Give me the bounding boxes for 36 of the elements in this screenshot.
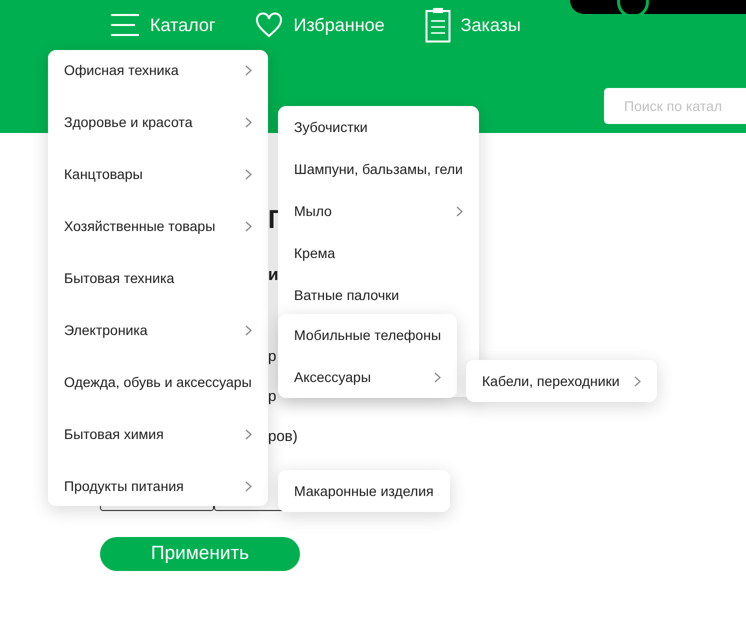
chevron-right-icon (634, 376, 641, 386)
chevron-right-icon (245, 116, 252, 128)
text-fragment: ров) (268, 427, 298, 447)
menu-item[interactable]: Канцтовары (48, 154, 268, 194)
chevron-right-icon (245, 168, 252, 180)
clipboard-icon (424, 7, 451, 43)
heart-icon (255, 12, 284, 38)
chevron-right-icon (245, 324, 252, 336)
menu-item[interactable]: Крема (278, 232, 479, 274)
text-fragment: р (268, 347, 276, 367)
menu-item[interactable]: Продукты питания (48, 466, 268, 506)
menu-item[interactable]: Офисная техника (48, 50, 268, 90)
menu-item[interactable]: Ватные палочки (278, 274, 479, 316)
menu-item[interactable]: Бытовая техника (48, 258, 268, 298)
menu-item[interactable]: Хозяйственные товары (48, 206, 268, 246)
menu-item[interactable]: Электроника (48, 310, 268, 350)
chevron-right-icon (245, 64, 252, 76)
text-fragment: и (268, 265, 278, 285)
chevron-right-icon (245, 480, 252, 492)
menu-item[interactable]: Зубочистки (278, 106, 479, 148)
chevron-right-icon (456, 206, 463, 216)
chevron-right-icon (245, 428, 252, 440)
menu-item[interactable]: Шампуни, бальзамы, гели (278, 148, 479, 190)
chevron-right-icon (245, 220, 252, 232)
search-field[interactable]: Поиск по катал (604, 88, 746, 124)
menu-item[interactable]: Макаронные изделия (278, 470, 450, 512)
menu-item[interactable]: Одежда, обувь и аксессуары (48, 362, 268, 402)
menu-icon (110, 13, 140, 37)
chevron-right-icon (434, 372, 442, 382)
menu-item[interactable]: Здоровье и красота (48, 102, 268, 142)
menu-item[interactable]: Мыло (278, 190, 479, 232)
menu-item[interactable]: Мобильные телефоны (278, 314, 458, 356)
menu-item[interactable]: Кабели, переходники (466, 360, 657, 402)
menu-item[interactable]: Бытовая химия (48, 414, 268, 454)
text-fragment: р (268, 387, 276, 407)
menu-item[interactable]: Аксессуары (278, 356, 458, 398)
